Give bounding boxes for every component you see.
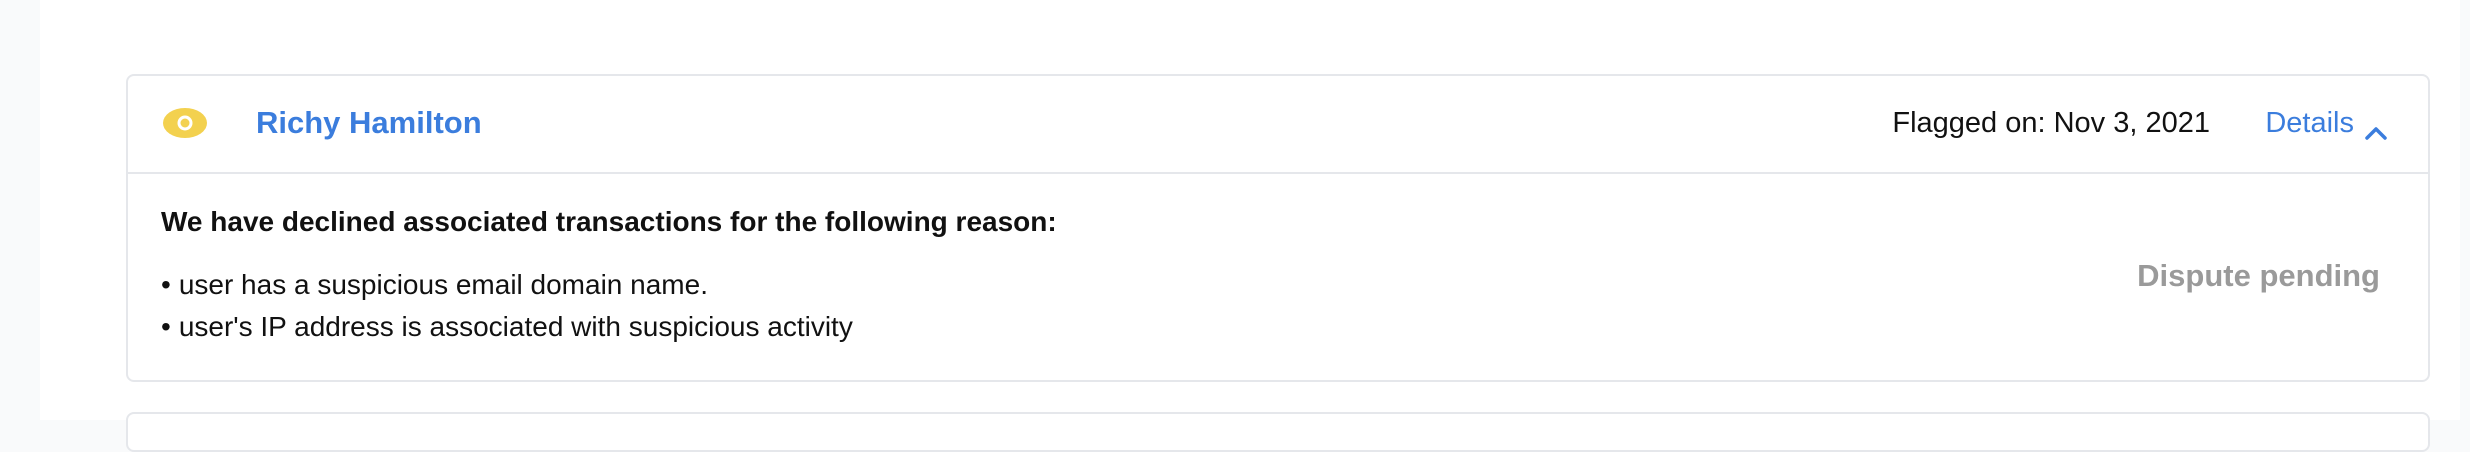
user-name-link[interactable]: Richy Hamilton <box>256 105 482 141</box>
card-details: We have declined associated transactions… <box>128 174 2428 380</box>
next-flagged-card <box>126 412 2430 452</box>
card-header: Richy Hamilton Flagged on: Nov 3, 2021 D… <box>128 76 2428 174</box>
reason-list: • user has a suspicious email domain name… <box>161 264 853 348</box>
flagged-user-card: Richy Hamilton Flagged on: Nov 3, 2021 D… <box>126 74 2430 382</box>
bullet: • <box>161 269 171 300</box>
reason-item: • user has a suspicious email domain name… <box>161 264 853 306</box>
chevron-up-icon <box>2364 116 2388 140</box>
decline-reason-heading: We have declined associated transactions… <box>161 206 1057 237</box>
flagged-date: Flagged on: Nov 3, 2021 <box>1892 107 2210 139</box>
bullet: • <box>161 311 171 342</box>
reason-item: • user's IP address is associated with su… <box>161 306 853 348</box>
page-content: Richy Hamilton Flagged on: Nov 3, 2021 D… <box>40 0 2460 452</box>
details-toggle-button[interactable]: Details <box>2265 107 2388 140</box>
eye-icon <box>162 106 208 140</box>
dispute-status: Dispute pending <box>2137 258 2380 293</box>
reason-text: user's IP address is associated with sus… <box>178 311 853 342</box>
details-label: Details <box>2265 107 2354 139</box>
reason-text: user has a suspicious email domain name. <box>178 269 708 300</box>
